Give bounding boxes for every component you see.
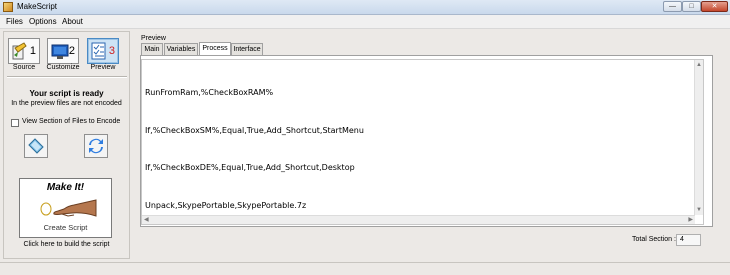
close-button[interactable]: ✕: [701, 1, 728, 12]
refresh-button[interactable]: [84, 134, 108, 158]
tab-variables[interactable]: Variables: [164, 43, 198, 55]
left-panel: 1 Source 2 Customize 3 Preview Your scri…: [3, 31, 130, 259]
close-icon: ✕: [711, 3, 718, 10]
tab-variables-label: Variables: [166, 46, 196, 53]
vertical-scrollbar[interactable]: ▲ ▼: [694, 60, 703, 215]
menu-options[interactable]: Options: [29, 17, 57, 26]
status-subtitle: In the preview files are not encoded: [11, 100, 122, 107]
refresh-icon: [89, 138, 103, 154]
make-it-hint: Click here to build the script: [23, 241, 110, 248]
customize-number: 2: [68, 45, 75, 57]
minimize-button[interactable]: —: [663, 1, 682, 12]
tab-interface-label: Interface: [233, 46, 261, 53]
preview-group-label: Preview: [141, 35, 166, 42]
script-line: Unpack,SkypePortable,SkypePortable.7z: [145, 200, 307, 210]
window-title: MakeScript: [17, 2, 58, 11]
make-it-title: Make It!: [46, 182, 85, 193]
view-section-label: View Section of Files to Encode: [22, 118, 121, 125]
script-preview-text[interactable]: RunFromRam,%CheckBoxRAM% If,%CheckBoxSM%…: [141, 59, 704, 225]
tab-process-label: Process: [202, 45, 228, 52]
menu-files[interactable]: Files: [6, 17, 23, 26]
divider: [7, 76, 127, 78]
hand-icon: [40, 199, 97, 217]
encode-button[interactable]: [24, 134, 48, 158]
scroll-down-icon[interactable]: ▼: [696, 206, 702, 214]
total-section-value: 4: [676, 234, 701, 246]
status-bar: [0, 262, 730, 275]
title-bar: MakeScript — □ ✕: [0, 0, 730, 15]
status-title: Your script is ready: [29, 89, 104, 98]
preview-number: 3: [108, 45, 115, 57]
minimize-icon: —: [669, 3, 676, 10]
encode-icon: [28, 138, 44, 154]
script-lines: RunFromRam,%CheckBoxRAM% If,%CheckBoxSM%…: [145, 62, 364, 237]
scroll-right-icon[interactable]: ▶: [688, 216, 693, 224]
tab-main[interactable]: Main: [141, 43, 163, 55]
source-label: Source: [12, 64, 36, 71]
tab-main-label: Main: [144, 46, 160, 53]
preview-button[interactable]: 3: [87, 38, 119, 64]
maximize-button[interactable]: □: [682, 1, 701, 12]
menu-about[interactable]: About: [62, 17, 83, 26]
source-button[interactable]: 1: [8, 38, 40, 64]
source-number: 1: [29, 45, 36, 57]
source-icon: [12, 42, 27, 60]
script-line: RunFromRam,%CheckBoxRAM%: [145, 88, 274, 97]
make-it-button[interactable]: Make It! Create Script: [19, 178, 112, 238]
total-section-label: Total Section :: [632, 236, 676, 243]
app-icon: [3, 2, 13, 12]
tab-process[interactable]: Process: [199, 42, 231, 56]
maximize-icon: □: [689, 3, 694, 10]
scroll-left-icon[interactable]: ◀: [144, 216, 149, 224]
tab-interface[interactable]: Interface: [231, 43, 263, 55]
customize-button[interactable]: 2: [47, 38, 79, 64]
preview-icon: [91, 42, 106, 60]
view-section-checkbox[interactable]: [11, 119, 19, 127]
customize-label: Customize: [46, 64, 80, 71]
scroll-up-icon[interactable]: ▲: [696, 61, 702, 69]
script-line: If,%CheckBoxSM%,Equal,True,Add_Shortcut,…: [145, 125, 364, 135]
customize-icon: [51, 44, 69, 59]
menu-bar: Files Options About: [0, 15, 730, 29]
preview-label: Preview: [90, 64, 116, 71]
horizontal-scrollbar[interactable]: ◀ ▶: [142, 215, 695, 224]
create-script-label: Create Script: [43, 223, 88, 232]
script-line: If,%CheckBoxDE%,Equal,True,Add_Shortcut,…: [145, 163, 355, 172]
